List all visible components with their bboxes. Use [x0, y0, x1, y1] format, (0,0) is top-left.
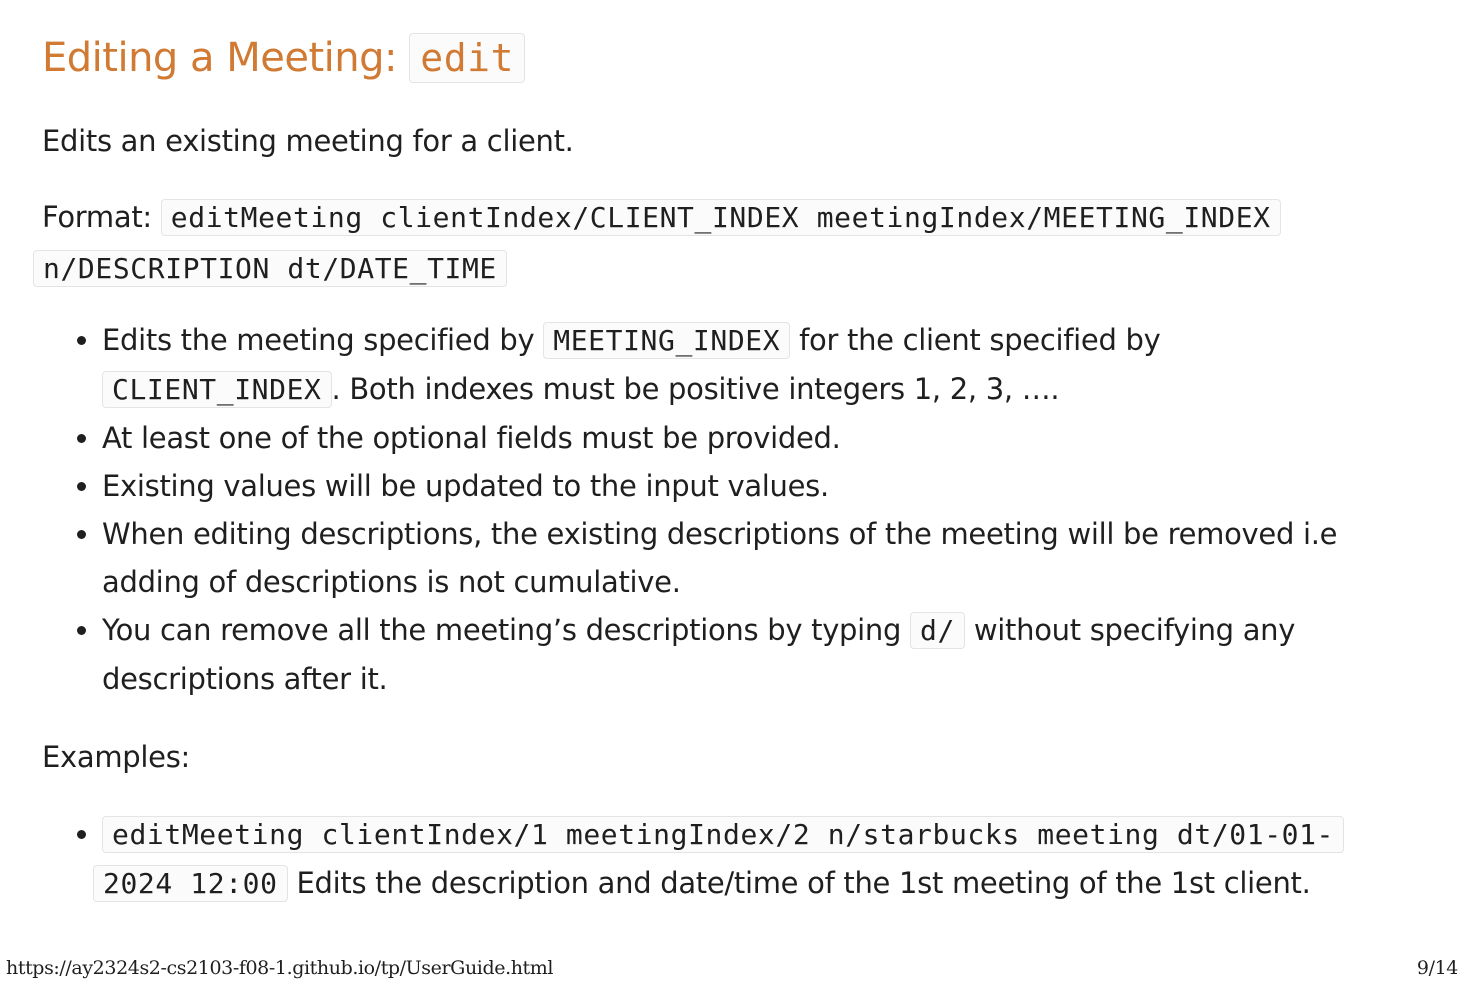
example-code-line1: editMeeting clientIndex/1 meetingIndex/2… — [102, 816, 1345, 853]
notes-list: Edits the meeting specified by MEETING_I… — [42, 316, 1442, 704]
bullet-text: for the client specified by — [790, 323, 1161, 357]
format-code-line2: n/DESCRIPTION dt/DATE_TIME — [33, 250, 507, 287]
example-description: Edits the description and date/time of t… — [287, 866, 1311, 900]
bullet-text: You can remove all the meeting’s descrip… — [102, 613, 911, 647]
list-item: Edits the meeting specified by MEETING_I… — [102, 316, 1442, 414]
meeting-index-code: MEETING_INDEX — [543, 322, 791, 359]
description-prefix-code: d/ — [910, 612, 965, 649]
examples-label: Examples: — [42, 740, 190, 774]
list-item: You can remove all the meeting’s descrip… — [102, 606, 1442, 704]
examples-list: editMeeting clientIndex/1 meetingIndex/2… — [42, 810, 1442, 908]
heading-command-code: edit — [409, 33, 526, 83]
bullet-text: . Both indexes must be positive integers… — [331, 372, 1060, 406]
format-code-line1: editMeeting clientIndex/CLIENT_INDEX mee… — [160, 199, 1281, 236]
intro-paragraph: Edits an existing meeting for a client. — [42, 124, 574, 158]
document-page: Editing a Meeting: edit Edits an existin… — [33, 28, 1442, 908]
print-footer: https://ay2324s2-cs2103-f08-1.github.io/… — [6, 957, 1466, 983]
format-paragraph: Format: editMeeting clientIndex/CLIENT_I… — [33, 192, 1442, 294]
bullet-text: Edits the meeting specified by — [102, 323, 544, 357]
section-heading: Editing a Meeting: edit — [42, 28, 1442, 88]
list-item: At least one of the optional fields must… — [102, 414, 1442, 462]
list-item: Existing values will be updated to the i… — [102, 462, 1442, 510]
list-item: editMeeting clientIndex/1 meetingIndex/2… — [93, 810, 1442, 908]
footer-url: https://ay2324s2-cs2103-f08-1.github.io/… — [6, 957, 554, 979]
list-item: When editing descriptions, the existing … — [102, 510, 1442, 606]
footer-page-number: 9/14 — [1416, 957, 1458, 979]
client-index-code: CLIENT_INDEX — [102, 371, 332, 408]
section-heading-text: Editing a Meeting: — [42, 35, 410, 81]
example-code-line2: 2024 12:00 — [93, 865, 288, 902]
format-label: Format: — [42, 200, 161, 234]
